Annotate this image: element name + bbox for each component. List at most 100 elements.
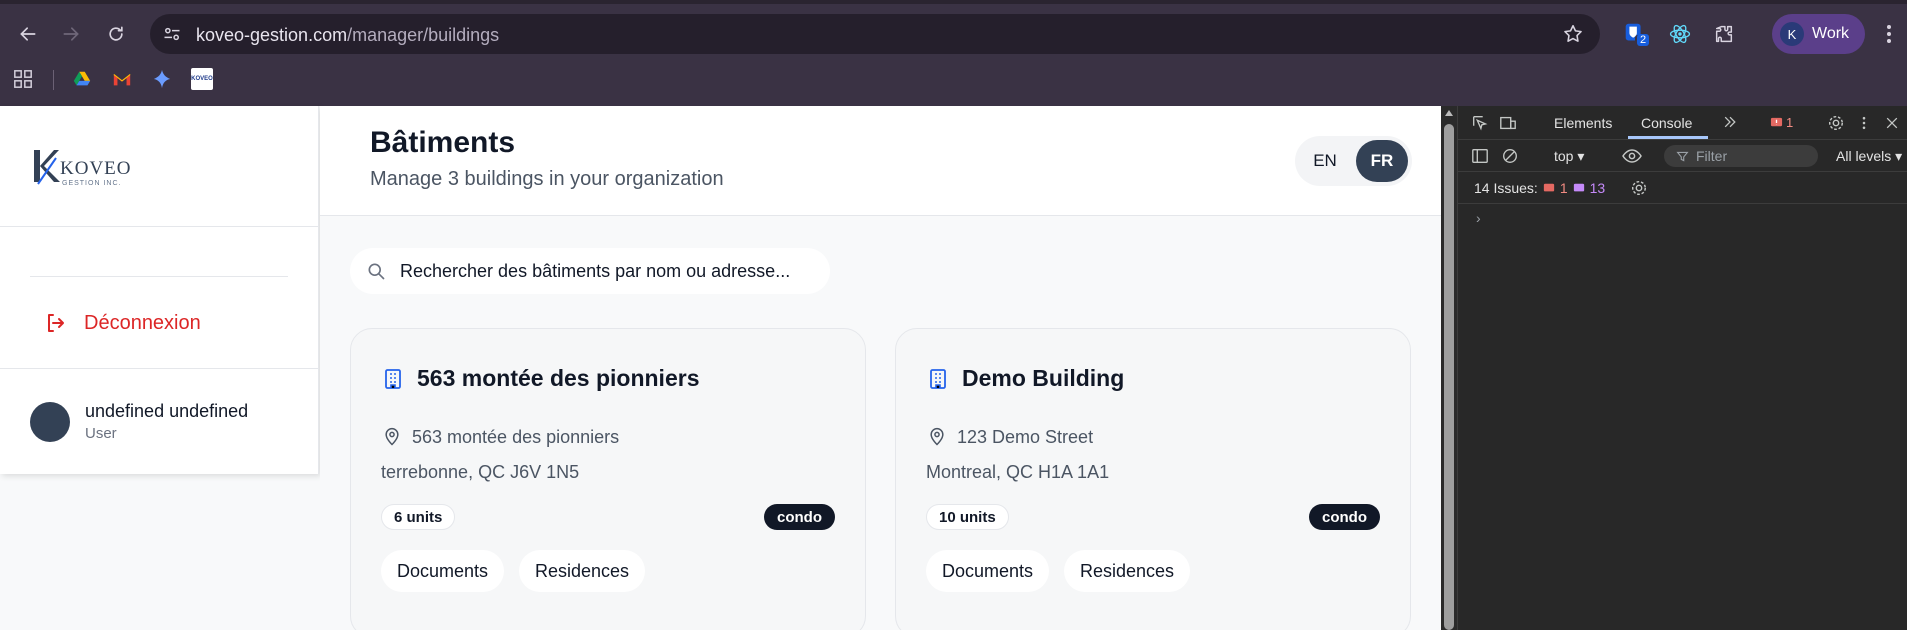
live-expression-eye-icon[interactable] — [1622, 146, 1642, 166]
gmail-icon — [113, 74, 131, 86]
devtools-close-icon[interactable] — [1882, 113, 1902, 133]
building-card[interactable]: 563 montée des pionniers 563 montée des … — [350, 328, 866, 630]
devtools-tabbar: Elements Console 1 — [1458, 106, 1907, 140]
error-count: 1 — [1786, 115, 1794, 130]
search-box — [350, 248, 830, 294]
apps-grid-button[interactable] — [12, 68, 34, 90]
page-scrollbar[interactable] — [1441, 106, 1457, 630]
address-bar[interactable]: koveo-gestion.com/manager/buildings — [150, 14, 1600, 54]
error-icon — [1770, 117, 1783, 127]
bookmark-google-drive[interactable] — [71, 68, 93, 90]
url-text: koveo-gestion.com/manager/buildings — [196, 25, 499, 46]
building-type-badge: condo — [1309, 504, 1380, 530]
extension-react-button[interactable] — [1666, 20, 1694, 48]
residences-button[interactable]: Residences — [519, 550, 646, 592]
reload-button[interactable] — [100, 18, 132, 50]
issues-settings-gear-icon[interactable] — [1629, 178, 1649, 198]
tab-strip — [0, 0, 1907, 4]
devtools-settings-gear-icon[interactable] — [1826, 113, 1846, 133]
url-path: /manager/buildings — [347, 25, 500, 45]
building-type-badge: condo — [764, 504, 835, 530]
profile-button[interactable]: K Work — [1772, 14, 1865, 54]
documents-button[interactable]: Documents — [381, 550, 505, 592]
map-pin-icon — [930, 427, 944, 446]
active-tab-indicator — [1628, 136, 1708, 139]
profile-avatar: K — [1780, 22, 1804, 46]
building-address-line2: terrebonne, QC J6V 1N5 — [381, 462, 580, 482]
issues-warning-count: 13 — [1589, 180, 1606, 196]
tab-console[interactable]: Console — [1641, 115, 1692, 131]
issues-summary[interactable]: 14 Issues: 1 13 — [1474, 180, 1605, 196]
site-settings-icon[interactable] — [160, 22, 184, 46]
show-sidebar-icon[interactable] — [1470, 146, 1490, 166]
more-tabs-chevron-icon[interactable] — [1720, 112, 1740, 132]
back-button[interactable] — [12, 18, 44, 50]
device-toolbar-icon[interactable] — [1498, 113, 1518, 133]
logo-subtext: GESTION INC. — [62, 180, 122, 187]
profile-label: Work — [1812, 25, 1850, 42]
bookmark-star-icon[interactable] — [1562, 23, 1584, 45]
koveo-logo: KOVEO GESTION INC. — [30, 146, 140, 190]
browser-toolbar: koveo-gestion.com/manager/buildings 2 K … — [0, 0, 1907, 106]
extension-bitwarden-button[interactable]: 2 — [1621, 20, 1650, 48]
clear-console-icon[interactable] — [1500, 146, 1520, 166]
language-switcher: EN FR — [1295, 136, 1412, 186]
units-badge: 10 units — [926, 504, 1009, 530]
scrollbar-thumb[interactable] — [1444, 124, 1454, 630]
building-icon — [385, 369, 401, 389]
console-toolbar: top ▾ Filter All levels ▾ — [1458, 140, 1907, 172]
filter-funnel-icon — [1676, 151, 1689, 162]
issues-error-count: 1 — [1559, 180, 1568, 196]
lang-fr-button[interactable]: FR — [1356, 140, 1408, 182]
building-address-line1: 123 Demo Street — [957, 427, 1094, 447]
logout-button[interactable]: Déconnexion — [30, 301, 288, 345]
lang-en-button[interactable]: EN — [1299, 140, 1351, 182]
url-host: koveo-gestion.com — [196, 25, 348, 45]
logout-label: Déconnexion — [84, 311, 201, 334]
bookmark-gmail[interactable] — [111, 68, 133, 90]
residences-button[interactable]: Residences — [1064, 550, 1191, 592]
tab-elements[interactable]: Elements — [1554, 115, 1612, 131]
context-selector[interactable]: top ▾ — [1554, 148, 1584, 165]
console-filter-input[interactable]: Filter — [1664, 145, 1818, 167]
documents-button[interactable]: Documents — [926, 550, 1050, 592]
error-count-badge[interactable]: 1 — [1770, 115, 1793, 130]
sidebar: KOVEO GESTION INC. Déconnexion undefined… — [0, 106, 319, 474]
reload-icon — [109, 26, 123, 41]
map-pin-icon — [385, 427, 399, 446]
extension-badge: 2 — [1637, 34, 1650, 46]
scroll-up-arrow-icon[interactable] — [1445, 110, 1453, 116]
sidebar-nav-divider — [30, 276, 288, 277]
google-drive-icon — [73, 71, 91, 86]
devtools-more-vertical-icon[interactable] — [1854, 113, 1874, 133]
issue-error-icon — [1543, 183, 1554, 192]
building-name: Demo Building — [962, 365, 1125, 391]
search-icon — [368, 263, 385, 280]
issues-label: 14 Issues: — [1474, 180, 1538, 196]
react-atom-icon — [1669, 24, 1691, 44]
extensions-menu-button[interactable] — [1710, 20, 1738, 48]
console-prompt[interactable]: › — [1476, 210, 1481, 226]
building-address-line1: 563 montée des pionniers — [412, 427, 620, 447]
inspect-element-icon[interactable] — [1470, 113, 1490, 133]
forward-button[interactable] — [55, 18, 87, 50]
user-role: User — [85, 425, 117, 442]
more-vertical-icon[interactable] — [1882, 22, 1896, 46]
building-card[interactable]: Demo Building 123 Demo Street Montreal, … — [895, 328, 1411, 630]
filter-placeholder: Filter — [1696, 148, 1728, 164]
user-avatar[interactable] — [30, 402, 70, 442]
issues-bar: 14 Issues: 1 13 — [1458, 172, 1907, 204]
bookmark-gemini[interactable] — [151, 68, 173, 90]
puzzle-piece-icon — [1715, 25, 1733, 43]
devtools-panel: Elements Console 1 top ▾ Filter All leve… — [1457, 106, 1907, 630]
log-levels-dropdown[interactable]: All levels ▾ — [1836, 148, 1902, 165]
logout-icon — [48, 314, 64, 332]
page-header: Bâtiments Manage 3 buildings in your org… — [320, 106, 1441, 216]
user-name: undefined undefined — [85, 401, 249, 421]
page-title: Bâtiments — [370, 126, 516, 159]
bookmark-koveo[interactable]: KOVEO — [191, 68, 213, 90]
building-address-line2: Montreal, QC H1A 1A1 — [926, 462, 1110, 482]
page-subtitle: Manage 3 buildings in your organization — [370, 168, 724, 190]
koveo-favicon-icon: KOVEO — [191, 76, 213, 82]
search-input[interactable] — [400, 258, 810, 284]
